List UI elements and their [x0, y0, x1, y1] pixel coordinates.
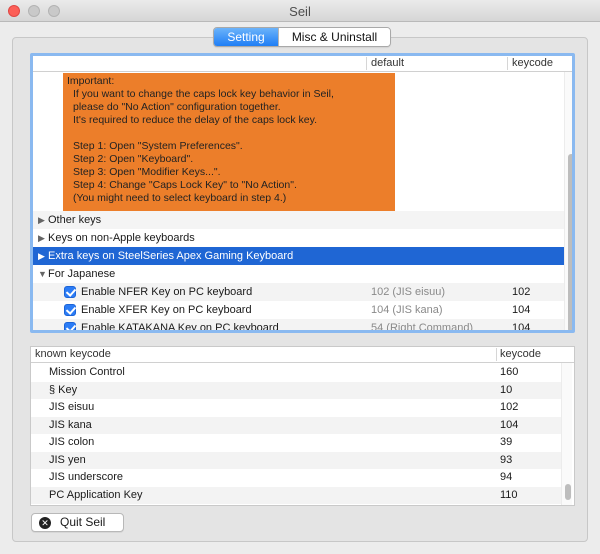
quit-seil-button[interactable]: ✕ Quit Seil	[31, 513, 124, 532]
notice-line	[67, 127, 395, 140]
keycode-name: JIS colon	[49, 436, 95, 448]
settings-table-header: default keycode	[33, 56, 572, 72]
setting-name: Enable KATAKANA Key on PC keyboard	[81, 322, 279, 333]
disclosure-triangle-down-icon[interactable]: ▼	[38, 265, 48, 283]
settings-vertical-scrollbar[interactable]	[564, 72, 572, 330]
setting-default: 104 (JIS kana)	[371, 304, 443, 316]
column-header-keycode[interactable]: keycode	[500, 348, 541, 360]
disclosure-triangle-right-icon[interactable]: ▶	[38, 247, 48, 265]
group-row-for-japanese[interactable]: ▼For Japanese	[33, 265, 564, 283]
title-bar: Seil	[0, 0, 600, 22]
setting-keycode: 104	[512, 322, 531, 333]
column-separator	[366, 57, 367, 70]
setting-default: 54 (Right Command)	[371, 322, 474, 333]
tab-setting[interactable]: Setting	[214, 28, 278, 46]
notice-line: Step 2: Open "Keyboard".	[73, 153, 194, 165]
keycode-value: 104	[500, 418, 519, 431]
table-row[interactable]: § Key 10	[31, 381, 561, 399]
setting-row-xfer[interactable]: Enable XFER Key on PC keyboard 104 (JIS …	[33, 301, 564, 319]
notice-line: Step 3: Open "Modifier Keys...".	[73, 166, 221, 178]
group-row-steelseries-apex[interactable]: ▶ Extra keys on SteelSeries Apex Gaming K…	[33, 247, 564, 265]
scrollbar-thumb[interactable]	[568, 154, 572, 330]
group-row-non-apple-keyboards[interactable]: ▶ Keys on non-Apple keyboards	[33, 229, 564, 247]
table-row[interactable]: JIS colon 39	[31, 434, 561, 452]
known-keycode-header: known keycode keycode	[31, 347, 574, 363]
table-row[interactable]: JIS kana 104	[31, 416, 561, 434]
close-circle-icon: ✕	[39, 517, 51, 529]
group-label: Extra keys on SteelSeries Apex Gaming Ke…	[48, 250, 294, 262]
known-keycode-table[interactable]: known keycode keycode Mission Control 16…	[30, 346, 575, 506]
table-row[interactable]: JIS eisuu 102	[31, 399, 561, 417]
table-row[interactable]: JIS underscore 94	[31, 469, 561, 487]
group-label: Keys on non-Apple keyboards	[48, 232, 195, 244]
column-separator	[496, 348, 497, 361]
notice-line: (You might need to select keyboard in st…	[73, 192, 287, 204]
notice-line: Important:	[67, 75, 115, 87]
setting-row-nfer[interactable]: Enable NFER Key on PC keyboard 102 (JIS …	[33, 283, 564, 301]
column-separator	[507, 57, 508, 70]
checkbox-checked[interactable]	[64, 286, 76, 298]
keycode-name: Mission Control	[49, 366, 125, 378]
known-keycode-vertical-scrollbar[interactable]	[561, 363, 572, 505]
notice-line: It's required to reduce the delay of the…	[73, 114, 318, 126]
group-label: Other keys	[48, 214, 102, 226]
notice-line: If you want to change the caps lock key …	[73, 88, 334, 100]
keycode-name: JIS underscore	[49, 471, 123, 483]
tab-bar: Setting Misc & Uninstall	[213, 27, 391, 47]
keycode-name: JIS kana	[49, 418, 92, 431]
group-row-other-keys[interactable]: ▶ Other keys	[33, 211, 564, 229]
keycode-value: 102	[500, 401, 519, 413]
tab-misc-uninstall[interactable]: Misc & Uninstall	[278, 28, 390, 46]
setting-keycode: 104	[512, 304, 531, 316]
setting-name: Enable XFER Key on PC keyboard	[81, 304, 252, 316]
column-header-keycode[interactable]: keycode	[512, 57, 553, 69]
quit-button-label: Quit Seil	[60, 515, 106, 529]
keycode-value: 160	[500, 366, 519, 378]
table-row[interactable]: JIS yen 93	[31, 451, 561, 469]
keycode-value: 110	[500, 488, 518, 501]
disclosure-triangle-right-icon[interactable]: ▶	[38, 229, 48, 247]
setting-default: 102 (JIS eisuu)	[371, 286, 445, 298]
keycode-name: § Key	[49, 383, 78, 396]
keycode-name: PC Application Key	[49, 488, 143, 501]
column-header-default[interactable]: default	[371, 57, 404, 69]
keycode-name: JIS eisuu	[49, 401, 95, 413]
group-label: For Japanese	[48, 268, 116, 280]
keycode-value: 10	[500, 383, 513, 396]
keycode-value: 39	[500, 436, 513, 448]
table-row[interactable]: Mission Control 160	[31, 364, 561, 382]
checkbox-checked[interactable]	[64, 322, 76, 330]
disclosure-triangle-right-icon[interactable]: ▶	[38, 211, 48, 229]
keycode-value: 93	[500, 453, 513, 466]
notice-line: Step 4: Change "Caps Lock Key" to "No Ac…	[73, 179, 297, 191]
setting-row-katakana[interactable]: Enable KATAKANA Key on PC keyboard 54 (R…	[33, 319, 564, 333]
checkbox-checked[interactable]	[64, 304, 76, 316]
caps-lock-notice: Important: If you want to change the cap…	[63, 73, 395, 211]
keycode-name: JIS yen	[49, 453, 86, 466]
setting-name: Enable NFER Key on PC keyboard	[81, 286, 253, 298]
table-row[interactable]: PC Application Key 110	[31, 486, 561, 504]
notice-line: please do "No Action" configuration toge…	[73, 101, 281, 113]
window-title: Seil	[289, 4, 311, 19]
column-header-known-keycode[interactable]: known keycode	[35, 348, 111, 360]
setting-keycode: 102	[512, 286, 531, 298]
settings-table[interactable]: default keycode Important: If you want t…	[30, 53, 575, 333]
scrollbar-thumb[interactable]	[565, 484, 571, 500]
notice-line: Step 1: Open "System Preferences".	[73, 140, 243, 152]
keycode-value: 94	[500, 471, 513, 483]
